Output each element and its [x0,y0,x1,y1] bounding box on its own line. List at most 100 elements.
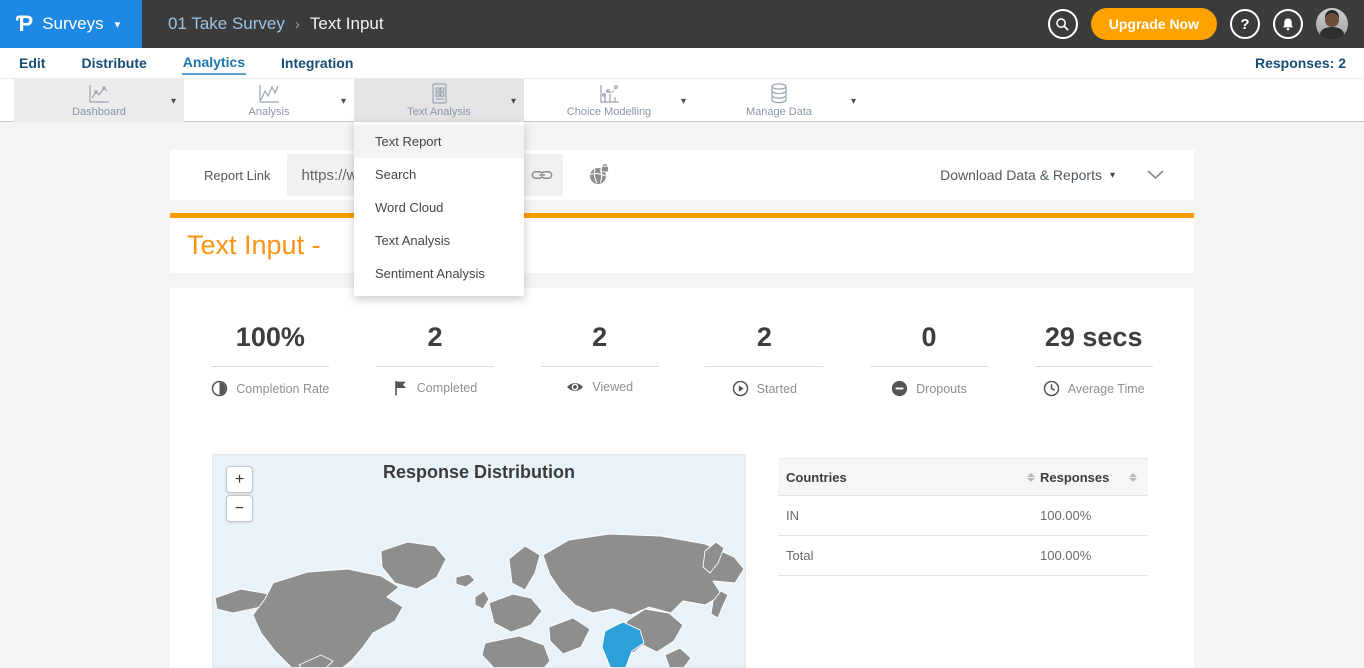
zoom-in-button[interactable]: + [226,466,253,493]
upgrade-now-button[interactable]: Upgrade Now [1091,8,1217,40]
survey-stats-row: 100% Completion Rate 2 Completed 2 [188,322,1176,397]
tab-dashboard[interactable]: Dashboard ▾ [14,79,184,122]
nav-item-integration[interactable]: Integration [280,52,354,74]
collapse-panel-button[interactable] [1147,170,1164,180]
breadcrumb-separator: › [295,16,300,33]
caret-down-icon: ▾ [681,96,686,107]
map-zoom-controls: + − [226,466,253,522]
download-data-reports-label: Download Data & Reports [940,167,1102,183]
copy-link-icon[interactable] [531,165,553,185]
tab-choice-modelling[interactable]: Choice Modelling ▾ [524,79,694,122]
stat-label: Completed [417,381,477,395]
map-se-asia [665,648,691,668]
stat-value: 100% [188,322,353,353]
stat-value: 2 [517,322,682,353]
map-title: Response Distribution [213,462,745,483]
breadcrumb-current-page: Text Input [310,14,384,34]
top-header: Ƥ Surveys ▾ 01 Take Survey › Text Input … [0,0,1364,48]
report-link-label: Report Link [204,168,270,183]
table-row: IN 100.00% [778,496,1148,536]
line-chart-icon [86,83,112,105]
map-middle-east [549,618,590,654]
responses-cell: 100.00% [1040,508,1142,523]
question-mark-icon: ? [1240,16,1249,33]
stat-value: 2 [682,322,847,353]
stat-value: 2 [353,322,518,353]
help-button[interactable]: ? [1230,9,1260,39]
breadcrumb-survey-link[interactable]: 01 Take Survey [168,14,285,34]
tab-label: Dashboard [72,106,126,118]
stat-average-time: 29 secs Average Time [1011,322,1176,397]
clock-icon [1043,380,1060,397]
app-switcher[interactable]: Ƥ Surveys ▾ [0,0,142,48]
map-europe [489,594,542,632]
zoom-out-button[interactable]: − [226,495,253,522]
caret-down-icon: ▾ [171,96,176,107]
eye-icon [566,380,584,394]
map-scandinavia [509,546,540,590]
tab-text-analysis[interactable]: Text Analysis ▾ [354,79,524,122]
menu-item-search[interactable]: Search [354,158,524,191]
trend-chart-icon [256,83,282,105]
scatter-chart-icon [596,83,622,105]
country-cell: Total [786,548,1040,563]
nav-item-distribute[interactable]: Distribute [80,52,147,74]
play-circle-icon [732,380,749,397]
globe-lock-icon[interactable] [588,164,610,186]
page-title: Text Input - [187,230,321,261]
report-main-card: 100% Completion Rate 2 Completed 2 [170,288,1194,668]
stat-value: 0 [847,322,1012,353]
column-header-countries[interactable]: Countries [786,470,1022,485]
tab-manage-data[interactable]: Manage Data ▾ [694,79,864,122]
stat-label: Completion Rate [236,382,329,396]
tab-label: Choice Modelling [567,106,651,118]
tab-label: Manage Data [746,106,812,118]
bell-icon [1281,17,1295,31]
tab-analysis[interactable]: Analysis ▾ [184,79,354,122]
flag-icon [393,380,409,396]
stat-value: 29 secs [1011,322,1176,353]
caret-down-icon: ▾ [341,96,346,107]
country-cell: IN [786,508,1040,523]
responses-cell: 100.00% [1040,548,1142,563]
chevron-down-icon: ▾ [115,18,121,31]
user-avatar[interactable] [1316,8,1348,40]
countries-table: Countries Responses IN 100.00% Total 100… [778,458,1148,576]
notifications-button[interactable] [1273,9,1303,39]
menu-item-text-report[interactable]: Text Report [354,125,524,158]
menu-item-sentiment-analysis[interactable]: Sentiment Analysis [354,257,524,290]
stat-completion-rate: 100% Completion Rate [188,322,353,397]
caret-down-icon: ▾ [1110,170,1115,181]
text-report-icon [428,83,450,105]
nav-item-analytics[interactable]: Analytics [182,51,246,75]
menu-item-word-cloud[interactable]: Word Cloud [354,191,524,224]
search-button[interactable] [1048,9,1078,39]
tab-label: Analysis [249,106,290,118]
map-africa [482,636,550,668]
tab-label: Text Analysis [407,106,471,118]
search-icon [1055,17,1070,32]
chevron-down-icon [1147,170,1164,180]
table-row-total: Total 100.00% [778,536,1148,576]
world-map[interactable] [213,455,746,668]
minus-circle-icon [891,380,908,397]
map-india-highlighted[interactable] [602,622,644,668]
column-header-responses[interactable]: Responses [1040,470,1124,485]
menu-item-text-analysis[interactable]: Text Analysis [354,224,524,257]
sort-icon[interactable] [1124,473,1142,482]
stat-label: Started [757,382,797,396]
stat-completed: 2 Completed [353,322,518,397]
header-actions: Upgrade Now ? [1048,0,1364,48]
database-icon [767,83,791,105]
questionpro-logo-icon: Ƥ [16,13,33,35]
sort-icon[interactable] [1022,473,1040,482]
map-north-america [253,569,403,668]
download-data-reports-dropdown[interactable]: Download Data & Reports ▾ [940,167,1115,183]
completion-rate-icon [211,380,228,397]
survey-nav: Edit Distribute Analytics Integration Re… [0,48,1364,78]
map-iceland [456,574,475,587]
nav-item-edit[interactable]: Edit [18,52,46,74]
app-name: Surveys [42,14,103,34]
question-title-card: Text Input - [170,218,1194,273]
stat-label: Average Time [1068,382,1145,396]
